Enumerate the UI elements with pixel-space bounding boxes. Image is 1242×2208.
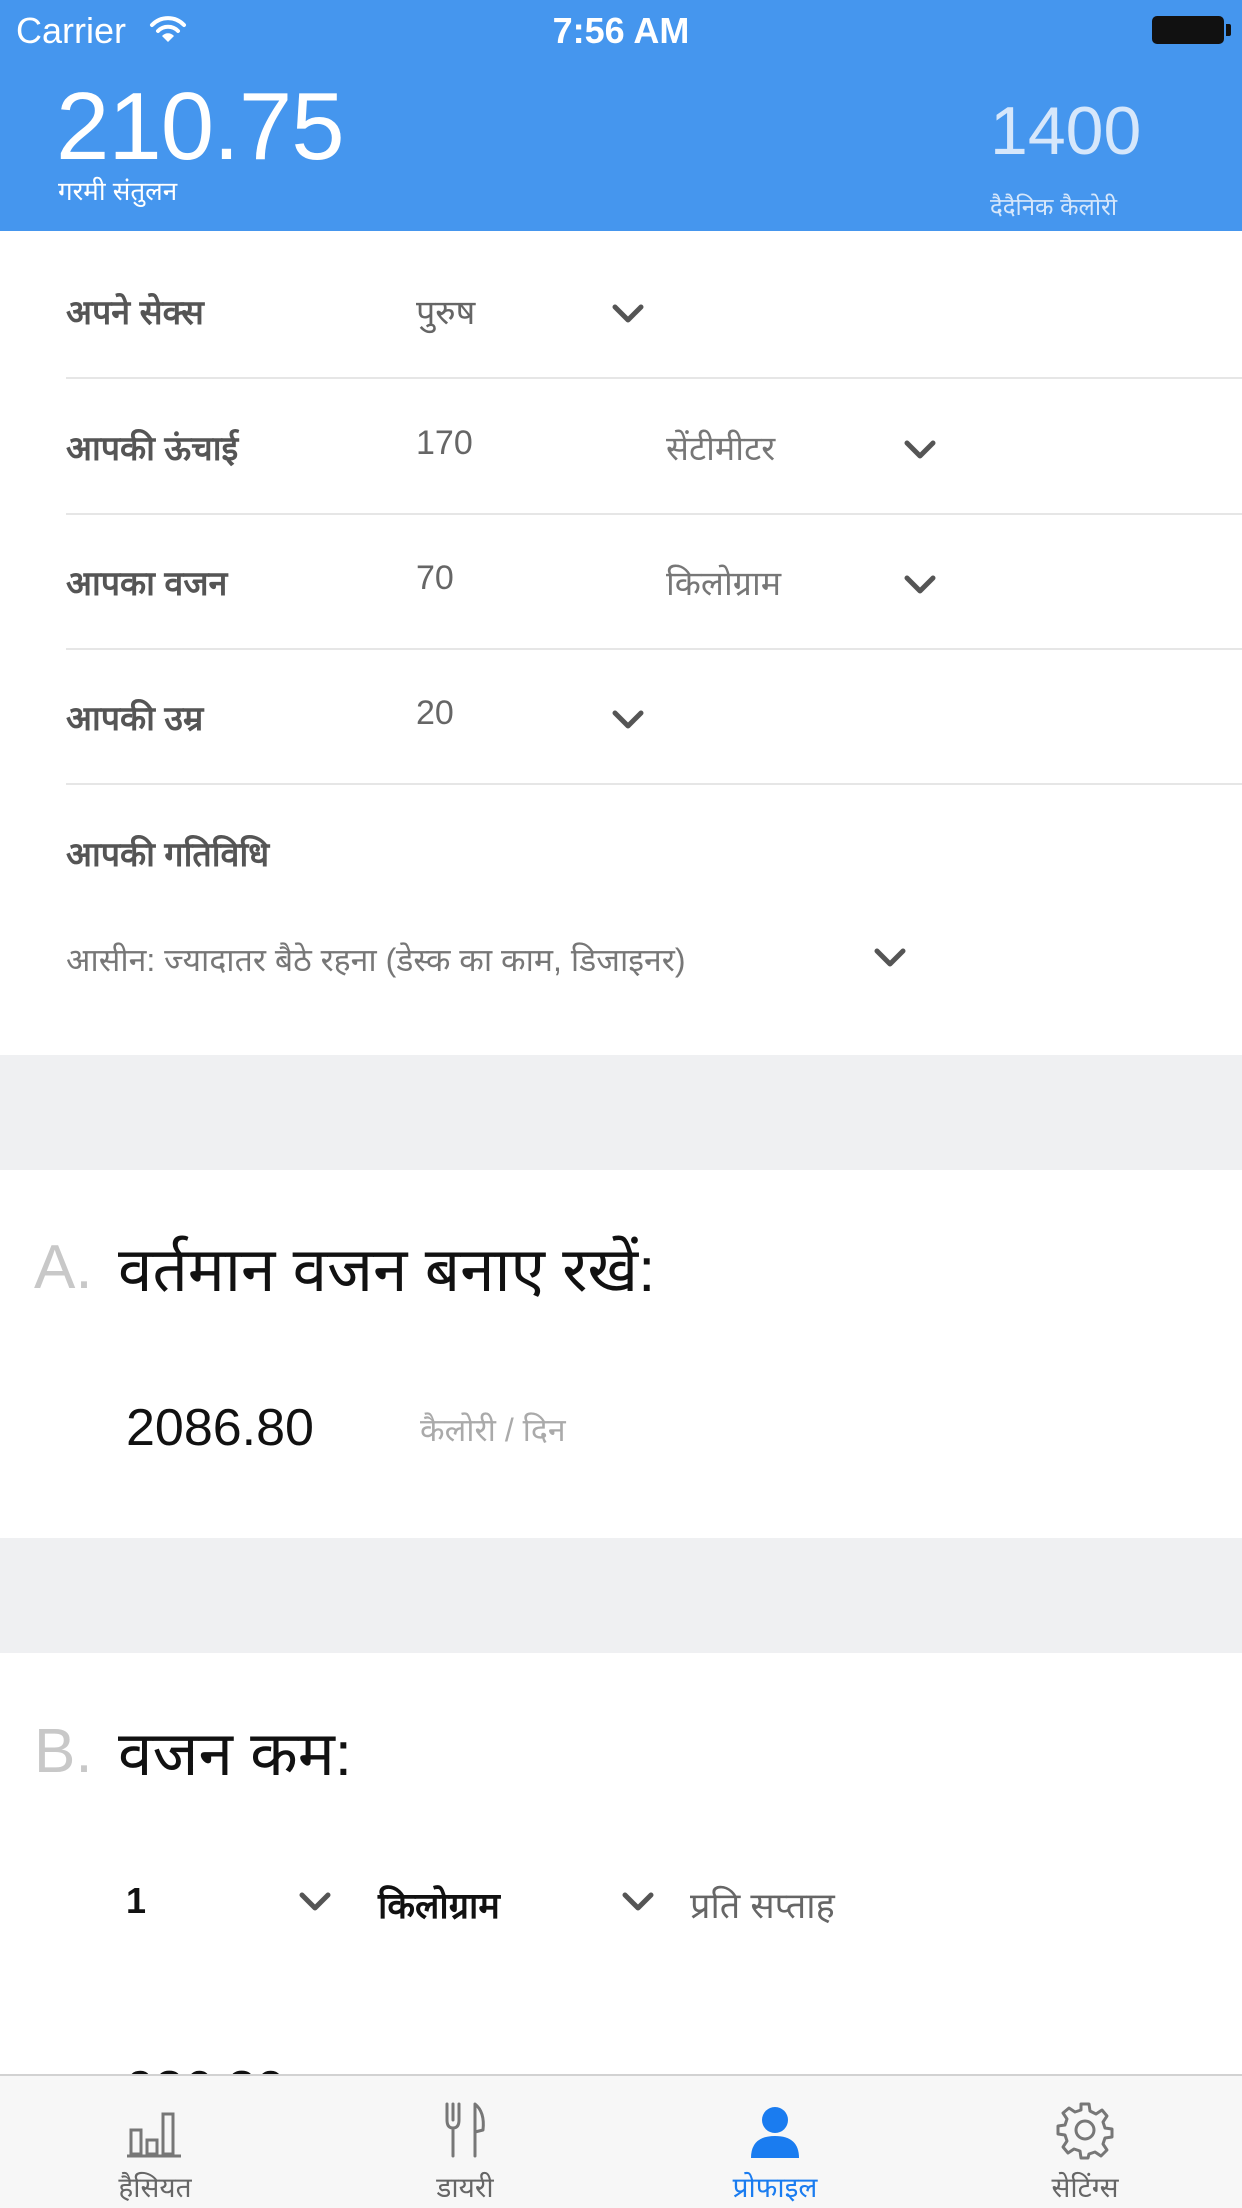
weight-label: आपका वजन — [66, 565, 228, 603]
tab-bar: हैसियत डायरी प्रोफाइल सेटिंग्स — [0, 2074, 1242, 2208]
age-row[interactable]: आपकी उम्र 20 — [66, 650, 1242, 785]
battery-icon — [1152, 16, 1224, 44]
weight-value[interactable]: 70 — [416, 559, 454, 598]
section-divider — [0, 1055, 1242, 1170]
bar-chart-icon — [125, 2100, 185, 2160]
daily-calorie-value: 1400 — [990, 93, 1142, 169]
loss-period-label: प्रति सप्ताह — [690, 1885, 835, 1926]
height-unit[interactable]: सेंटीमीटर — [666, 424, 775, 470]
age-label: आपकी उम्र — [66, 700, 204, 738]
header: Carrier 7:56 AM 210.75 गरमी संतुलन 1400 … — [0, 0, 1242, 231]
tab-diary[interactable]: डायरी — [310, 2076, 620, 2208]
sex-label: अपने सेक्स — [66, 294, 204, 332]
tab-label: प्रोफाइल — [732, 2172, 818, 2203]
heat-balance-value: 210.75 — [56, 73, 345, 180]
tab-label: डायरी — [436, 2172, 494, 2203]
chevron-down-icon[interactable] — [902, 438, 938, 462]
tab-label: सेटिंग्स — [1051, 2172, 1119, 2203]
chevron-down-icon[interactable] — [620, 1890, 656, 1914]
section-b-letter: B. — [34, 1717, 93, 1786]
section-divider — [0, 1538, 1242, 1653]
loss-amount-value[interactable]: 1 — [126, 1880, 146, 1922]
loss-unit-value[interactable]: किलोग्राम — [378, 1880, 500, 1929]
heat-balance-label: गरमी संतुलन — [58, 176, 178, 206]
maintain-calories-unit: कैलोरी / दिन — [420, 1412, 566, 1448]
chevron-down-icon[interactable] — [610, 708, 646, 732]
tab-profile[interactable]: प्रोफाइल — [620, 2076, 930, 2208]
tab-status[interactable]: हैसियत — [0, 2076, 310, 2208]
chevron-down-icon[interactable] — [297, 1890, 333, 1914]
chevron-down-icon[interactable] — [872, 946, 908, 970]
tab-label: हैसियत — [118, 2172, 192, 2203]
age-value[interactable]: 20 — [416, 694, 454, 733]
weight-row[interactable]: आपका वजन 70 किलोग्राम — [66, 515, 1242, 650]
activity-value[interactable]: आसीन: ज्यादातर बैठे रहना (डेस्क का काम, … — [66, 938, 685, 981]
sex-value[interactable]: पुरुष — [416, 288, 475, 334]
chevron-down-icon[interactable] — [610, 302, 646, 326]
activity-label: आपकी गतिविधि — [66, 836, 270, 874]
sex-row[interactable]: अपने सेक्स पुरुष — [66, 244, 1242, 379]
fork-knife-icon — [435, 2100, 495, 2160]
maintain-calories-value: 2086.80 — [126, 1399, 314, 1457]
height-label: आपकी ऊंचाई — [66, 430, 239, 468]
tab-settings[interactable]: सेटिंग्स — [930, 2076, 1240, 2208]
battery-tip — [1226, 24, 1231, 36]
section-b-title: वजन कम: — [118, 1720, 353, 1789]
section-a-title: वर्तमान वजन बनाए रखें: — [118, 1236, 656, 1305]
chevron-down-icon[interactable] — [902, 573, 938, 597]
status-bar: Carrier 7:56 AM — [0, 0, 1242, 60]
height-row[interactable]: आपकी ऊंचाई 170 सेंटीमीटर — [66, 380, 1242, 515]
height-value[interactable]: 170 — [416, 424, 473, 463]
section-a-letter: A. — [34, 1233, 93, 1302]
person-icon — [745, 2100, 805, 2160]
clock: 7:56 AM — [552, 10, 690, 51]
daily-calorie-label: दैदैनिक कैलोरी — [990, 194, 1118, 221]
weight-unit[interactable]: किलोग्राम — [666, 559, 781, 605]
gear-icon — [1055, 2100, 1115, 2160]
